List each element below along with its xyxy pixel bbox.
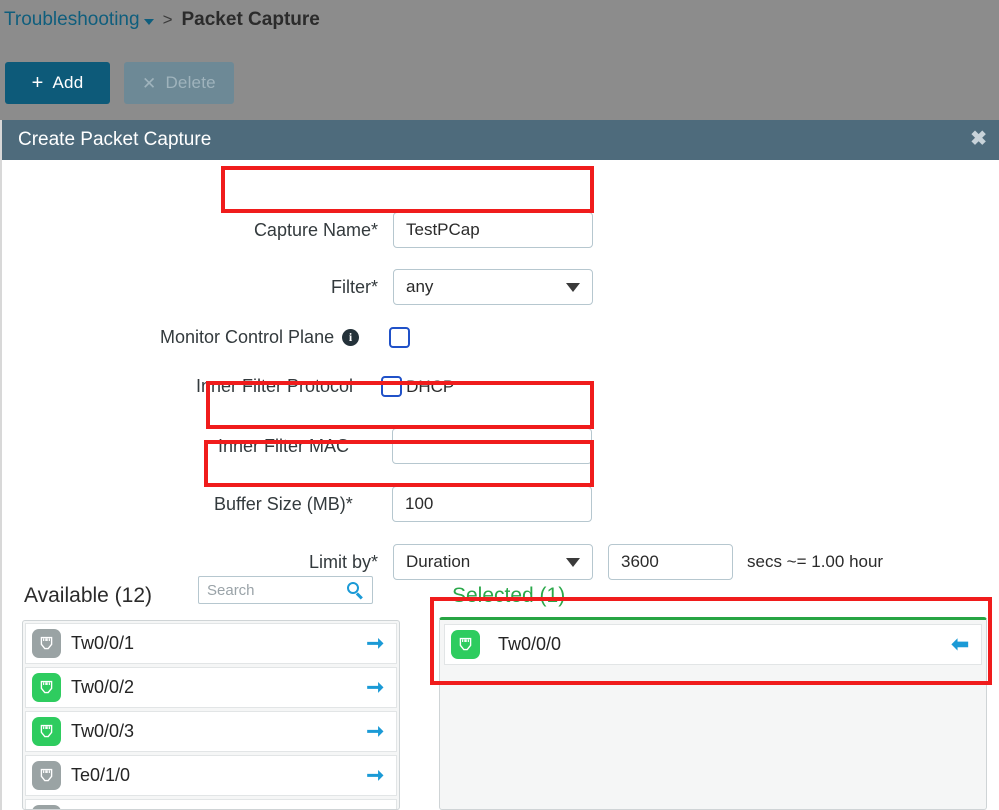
- limit-by-label: Limit by*: [308, 551, 378, 572]
- modal-header: Create Packet Capture ✖: [2, 120, 999, 160]
- list-item[interactable]: ➞: [25, 799, 397, 809]
- capture-name-label: Capture Name*: [253, 219, 378, 240]
- list-item[interactable]: Tw0/0/3 ➞: [25, 711, 397, 752]
- list-item[interactable]: Tw0/0/2 ➞: [25, 667, 397, 708]
- breadcrumb-separator: >: [162, 10, 173, 29]
- available-list[interactable]: Tw0/0/1 ➞ Tw0/0/2 ➞ Tw0/0/3 ➞ Te0/1/0 ➞: [22, 620, 400, 810]
- selected-title: Selected (1): [452, 584, 566, 607]
- list-item-label: Tw0/0/1: [71, 633, 135, 653]
- list-item[interactable]: Te0/1/0 ➞: [25, 755, 397, 796]
- chevron-down-icon[interactable]: [143, 19, 154, 25]
- search-placeholder: Search: [207, 581, 255, 599]
- limit-by-hint: secs ~= 1.00 hour: [747, 552, 884, 571]
- chevron-down-icon: [566, 557, 580, 567]
- monitor-control-plane-row: Monitor Control Plane i: [160, 327, 411, 348]
- buffer-size-label: Buffer Size (MB)*: [214, 493, 353, 514]
- search-icon[interactable]: [347, 581, 364, 599]
- close-icon[interactable]: ✖: [970, 129, 987, 149]
- selected-list[interactable]: Tw0/0/0 ⬅: [439, 617, 987, 810]
- toolbar: + Add ✕ Delete: [5, 62, 234, 104]
- capture-name-row: Capture Name* TestPCap: [233, 212, 593, 248]
- filter-label: Filter*: [330, 276, 378, 297]
- buffer-size-input[interactable]: 100: [392, 486, 592, 522]
- page-title: Packet Capture: [181, 9, 320, 30]
- list-item-label: Tw0/0/3: [71, 721, 135, 741]
- delete-button-label: Delete: [165, 73, 216, 92]
- modal-title: Create Packet Capture: [18, 129, 212, 150]
- arrow-right-icon[interactable]: ➞: [366, 765, 384, 786]
- chevron-down-icon: [566, 282, 580, 292]
- monitor-control-plane-checkbox[interactable]: [389, 327, 411, 348]
- list-item[interactable]: Tw0/0/0 ⬅: [444, 624, 982, 665]
- inner-filter-protocol-label: Inner Filter Protocol: [196, 376, 354, 396]
- arrow-right-icon[interactable]: ➞: [366, 633, 384, 654]
- create-packet-capture-modal: Create Packet Capture ✖ Capture Name* Te…: [0, 120, 999, 810]
- breadcrumb: Troubleshooting > Packet Capture: [4, 9, 320, 31]
- ethernet-port-icon: [32, 629, 61, 658]
- capture-name-input[interactable]: TestPCap: [393, 212, 593, 248]
- available-title: Available (12): [24, 584, 153, 607]
- inner-filter-mac-label: Inner Filter MAC: [218, 435, 350, 456]
- dhcp-checkbox[interactable]: [381, 376, 403, 397]
- dhcp-label: DHCP: [406, 376, 455, 396]
- limit-by-select-value: Duration: [406, 552, 471, 571]
- list-item[interactable]: Tw0/0/1 ➞: [25, 623, 397, 664]
- filter-select[interactable]: any: [393, 269, 593, 305]
- breadcrumb-parent-link[interactable]: Troubleshooting: [4, 9, 140, 31]
- search-input[interactable]: Search: [198, 576, 373, 604]
- buffer-size-row: Buffer Size (MB)* 100: [214, 486, 594, 522]
- ethernet-port-icon: [32, 673, 61, 702]
- ethernet-port-icon: [32, 805, 61, 809]
- list-item-label: Tw0/0/2: [71, 677, 135, 697]
- inner-filter-mac-input[interactable]: [392, 428, 592, 464]
- ethernet-port-icon: [451, 630, 480, 659]
- inner-filter-protocol-row: Inner Filter Protocol DHCP: [196, 376, 454, 397]
- ethernet-port-icon: [32, 761, 61, 790]
- add-button[interactable]: + Add: [5, 62, 110, 104]
- close-icon: ✕: [142, 73, 157, 93]
- arrow-right-icon[interactable]: ➞: [366, 721, 384, 742]
- inner-filter-mac-row: Inner Filter MAC: [218, 428, 598, 464]
- ethernet-port-icon: [32, 717, 61, 746]
- packet-capture-form: Capture Name* TestPCap Filter* any Monit…: [2, 160, 999, 595]
- list-item-label: Tw0/0/0: [498, 634, 562, 654]
- monitor-control-plane-label: Monitor Control Plane: [160, 327, 335, 347]
- filter-select-value: any: [406, 277, 434, 296]
- list-item-label: Te0/1/0: [71, 765, 131, 785]
- arrow-left-icon[interactable]: ⬅: [951, 634, 969, 655]
- add-button-label: Add: [52, 73, 84, 92]
- interface-dual-list: Available (12) Tw0/0/1 ➞ Tw0/0/2 ➞ Tw0/0…: [2, 575, 999, 810]
- filter-row: Filter* any: [233, 269, 593, 305]
- page-background: Troubleshooting > Packet Capture + Add ✕…: [0, 0, 999, 120]
- info-icon[interactable]: i: [342, 329, 360, 346]
- plus-icon: +: [31, 72, 44, 94]
- arrow-right-icon[interactable]: ➞: [366, 677, 384, 698]
- delete-button[interactable]: ✕ Delete: [124, 62, 234, 104]
